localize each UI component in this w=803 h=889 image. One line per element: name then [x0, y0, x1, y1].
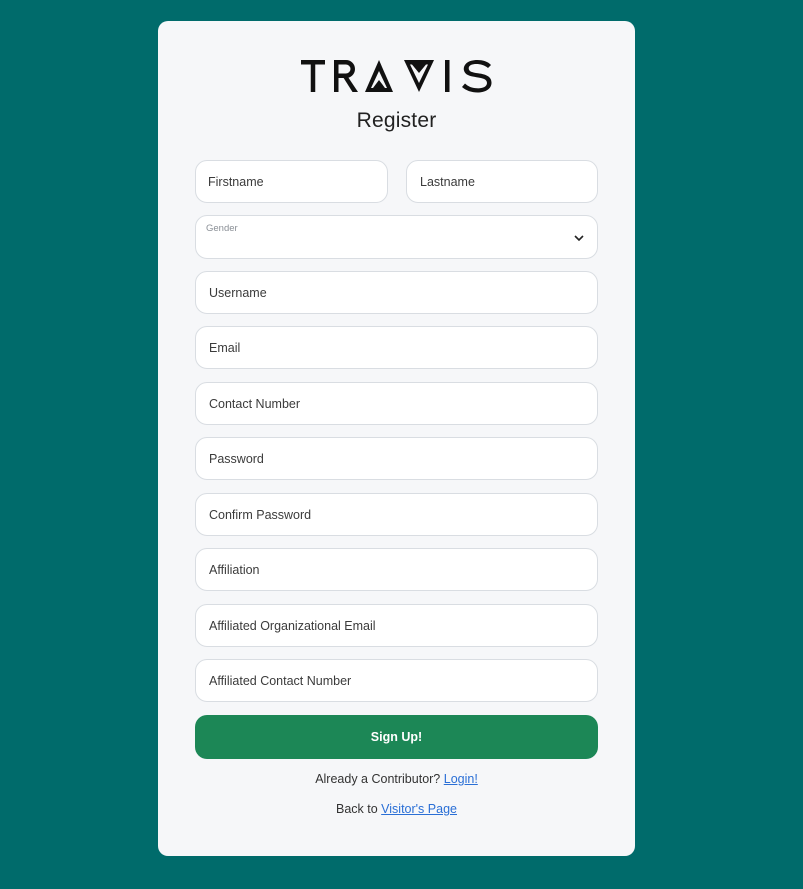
- contact-number-input[interactable]: [207, 395, 597, 412]
- gender-select[interactable]: Gender: [195, 215, 598, 259]
- username-input[interactable]: [207, 284, 597, 301]
- register-card: Register Gender Sign Up! Already a Contr…: [158, 21, 635, 856]
- affiliated-email-input[interactable]: [207, 617, 597, 634]
- lastname-field[interactable]: [406, 160, 598, 203]
- lastname-input[interactable]: [418, 173, 597, 190]
- confirm-password-input[interactable]: [207, 506, 597, 523]
- gender-label: Gender: [206, 223, 238, 234]
- affiliation-input[interactable]: [207, 561, 597, 578]
- affiliated-email-field[interactable]: [195, 604, 598, 647]
- password-input[interactable]: [207, 450, 597, 467]
- visitor-prompt: Back to Visitor's Page: [158, 802, 635, 816]
- affiliated-contact-field[interactable]: [195, 659, 598, 702]
- page-title: Register: [356, 109, 437, 132]
- login-prompt: Already a Contributor? Login!: [158, 772, 635, 786]
- affiliated-contact-input[interactable]: [207, 672, 597, 689]
- chevron-down-icon[interactable]: [573, 233, 585, 243]
- affiliation-field[interactable]: [195, 548, 598, 591]
- email-input[interactable]: [207, 339, 597, 356]
- contact-number-field[interactable]: [195, 382, 598, 425]
- password-field[interactable]: [195, 437, 598, 480]
- firstname-field[interactable]: [195, 160, 388, 203]
- back-text: Back to: [336, 802, 378, 816]
- sign-up-button[interactable]: Sign Up!: [195, 715, 598, 759]
- travis-logo: [301, 59, 492, 93]
- firstname-input[interactable]: [207, 173, 387, 190]
- login-link[interactable]: Login!: [444, 772, 478, 786]
- username-field[interactable]: [195, 271, 598, 314]
- contributor-text: Already a Contributor?: [315, 772, 441, 786]
- visitor-page-link[interactable]: Visitor's Page: [381, 802, 457, 816]
- email-field[interactable]: [195, 326, 598, 369]
- confirm-password-field[interactable]: [195, 493, 598, 536]
